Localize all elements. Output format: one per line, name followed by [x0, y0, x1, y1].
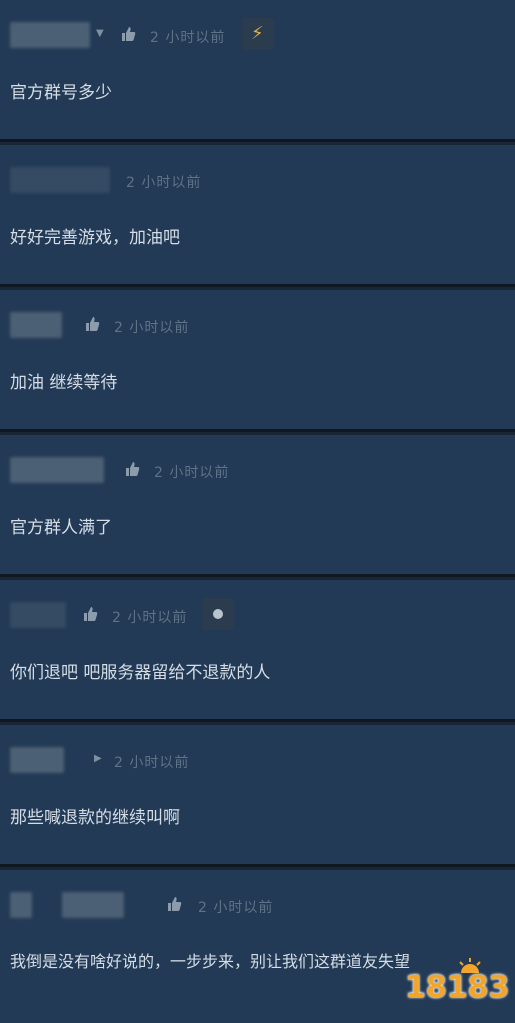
comment-text: 加油 继续等待: [10, 373, 118, 393]
site-watermark: 18183: [405, 957, 509, 1005]
comment-text: 官方群号多少: [10, 83, 112, 103]
thumbs-up-icon[interactable]: [164, 894, 184, 914]
bolt-icon: ⚡: [251, 23, 264, 44]
award-badge[interactable]: ⚡: [242, 18, 274, 50]
award-badge[interactable]: [202, 598, 234, 630]
blurred-username: [10, 167, 110, 193]
blurred-username: [10, 602, 66, 628]
comment-text: 你们退吧 吧服务器留给不退款的人: [10, 663, 271, 683]
blurred-username: [10, 747, 64, 773]
comment-card: 2 小时以前 官方群人满了: [0, 435, 515, 577]
comment-card: ▶ 2 小时以前 那些喊退款的继续叫啊: [0, 725, 515, 867]
comment-card: ▼ 2 小时以前 ⚡ 官方群号多少: [0, 0, 515, 142]
watermark-text: 18183: [405, 970, 510, 1005]
thumbs-up-icon[interactable]: [82, 314, 102, 334]
thumbs-up-icon[interactable]: [80, 604, 100, 624]
blurred-username: [10, 892, 32, 918]
comment-card: 2 小时以前 你们退吧 吧服务器留给不退款的人: [0, 580, 515, 722]
blurred-username: [62, 892, 124, 918]
comment-time: 2 小时以前: [150, 30, 226, 46]
thumbs-up-icon[interactable]: [118, 24, 138, 44]
comment-card: 2 小时以前 好好完善游戏，加油吧: [0, 145, 515, 287]
blurred-username: [10, 457, 104, 483]
comment-time: 2 小时以前: [126, 175, 202, 191]
chevron-down-icon[interactable]: ▼: [96, 28, 104, 39]
thumbs-up-icon[interactable]: [122, 459, 142, 479]
comment-text: 官方群人满了: [10, 518, 112, 538]
blurred-username: [10, 22, 90, 48]
comment-text: 好好完善游戏，加油吧: [10, 228, 180, 248]
comment-text: 那些喊退款的继续叫啊: [10, 808, 180, 828]
comment-time: 2 小时以前: [154, 465, 230, 481]
comment-feed: ▼ 2 小时以前 ⚡ 官方群号多少 2 小时以前 好好完善游戏，加油吧 2 小时…: [0, 0, 515, 1023]
award-icon: [213, 609, 223, 619]
comment-text: 我倒是没有啥好说的，一步步来，别让我们这群道友失望: [10, 952, 411, 971]
comment-card: 2 小时以前 加油 继续等待: [0, 290, 515, 432]
comment-time: 2 小时以前: [114, 755, 190, 771]
comment-time: 2 小时以前: [112, 610, 188, 626]
chevron-right-icon[interactable]: ▶: [94, 753, 102, 764]
comment-time: 2 小时以前: [198, 900, 274, 916]
comment-time: 2 小时以前: [114, 320, 190, 336]
blurred-username: [10, 312, 62, 338]
